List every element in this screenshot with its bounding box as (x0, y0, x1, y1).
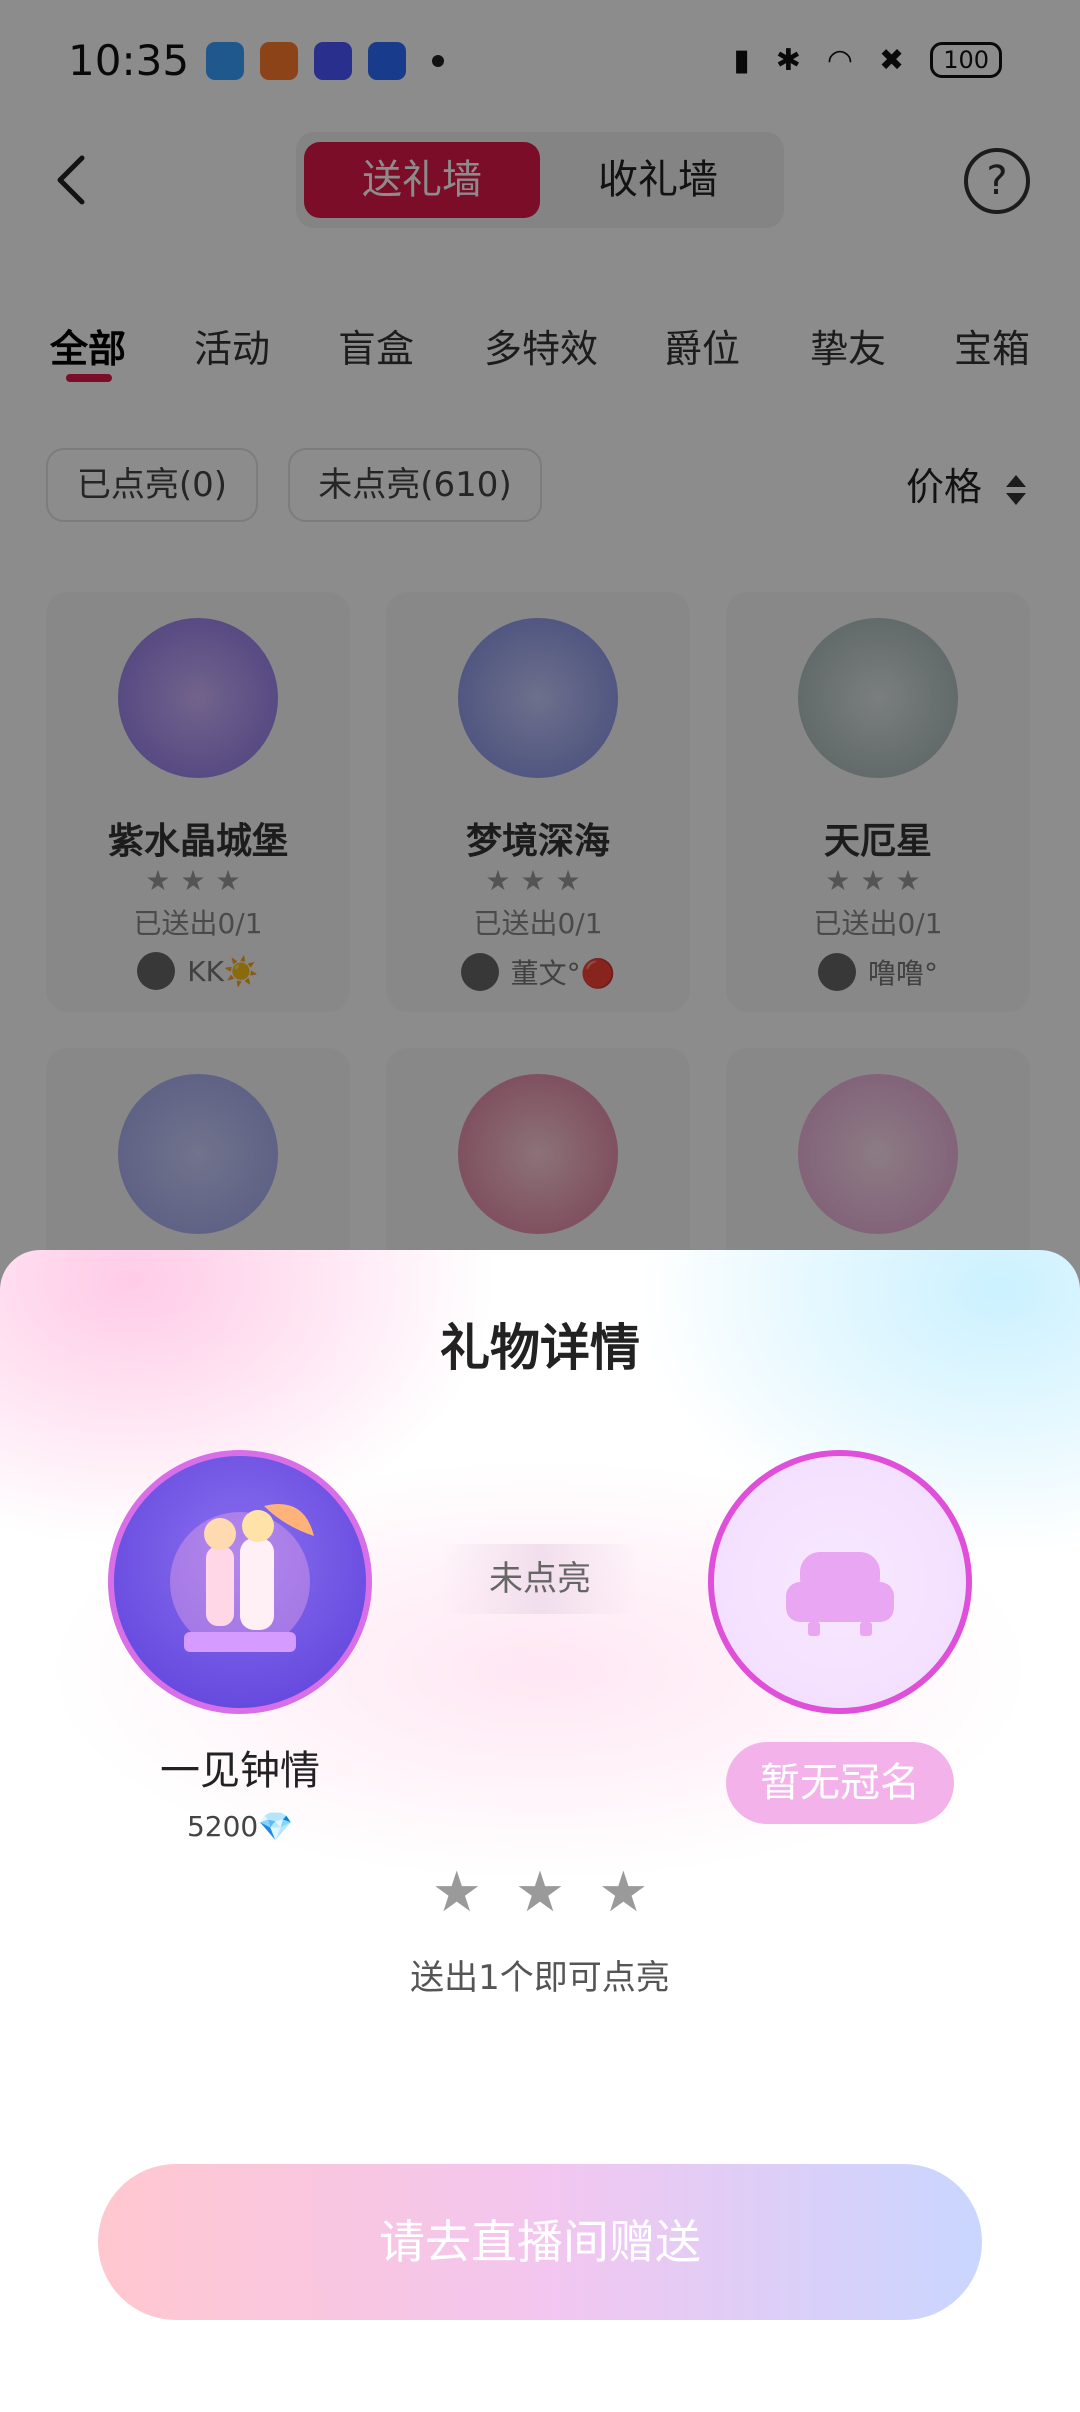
couple-illustration-icon (170, 1504, 314, 1652)
unlock-hint: 送出1个即可点亮 (410, 1958, 670, 1998)
naming-badge[interactable]: 暂无冠名 (726, 1742, 954, 1824)
gift-price: 5200💎 (186, 1810, 294, 1843)
naming-seat (708, 1450, 972, 1714)
star-icon: ★ (431, 1860, 482, 1925)
star-icon: ★ (598, 1860, 649, 1925)
star-icon: ★ (514, 1860, 566, 1925)
gift-detail-sheet: 礼物详情 未点亮 一见钟情 5200💎 暂无冠名 ★ ★ ★ 送出1个即可点亮 … (0, 1250, 1080, 2412)
sofa-icon (786, 1552, 894, 1636)
gift-name: 一见钟情 (160, 1748, 320, 1794)
status-unlit-badge: 未点亮 (440, 1544, 640, 1614)
star-rating: ★ ★ ★ (0, 1860, 1080, 1925)
gift-image (108, 1450, 372, 1714)
sheet-title: 礼物详情 (440, 1319, 640, 1377)
go-live-send-button[interactable]: 请去直播间赠送 (98, 2164, 982, 2320)
